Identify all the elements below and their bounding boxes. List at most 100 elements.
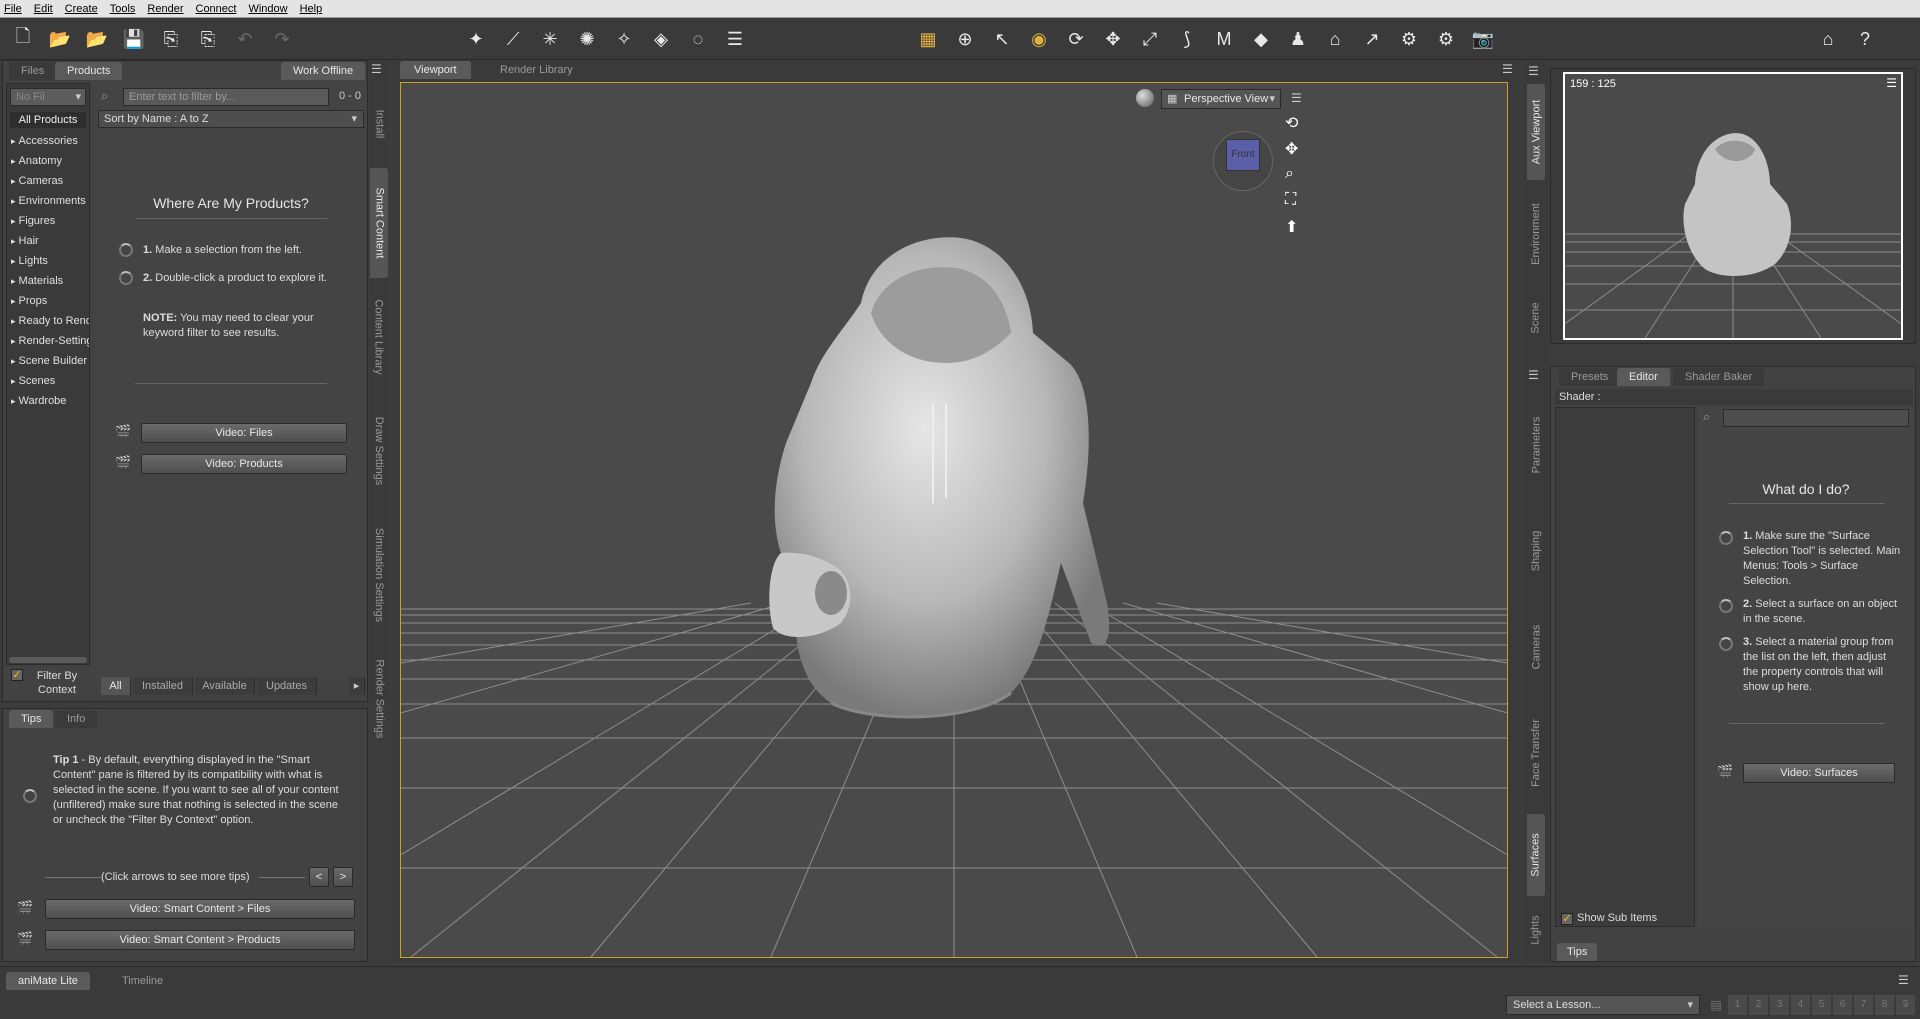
menu-edit[interactable]: Edit — [34, 3, 53, 15]
category-ready-to-render[interactable]: Ready to Render — [11, 315, 89, 327]
viewport-canvas[interactable]: ▦ Perspective View ▾ ☰ Front ⟲ ✥ ⌕ ⛶ ⬆ — [400, 82, 1508, 958]
pane-menu-icon[interactable]: ☰ — [1528, 368, 1539, 382]
lesson-page[interactable]: 8 — [1875, 995, 1894, 1015]
tab-aux-viewport[interactable]: Aux Viewport — [1527, 84, 1545, 180]
node-select-icon[interactable]: ◉ — [1026, 26, 1052, 52]
category-environments[interactable]: Environments — [11, 195, 86, 207]
lesson-page[interactable]: 5 — [1812, 995, 1831, 1015]
save-icon[interactable]: 💾 — [121, 26, 147, 52]
translate-tool-icon[interactable]: ✥ — [1100, 26, 1126, 52]
tab-content-library[interactable]: Content Library — [370, 282, 388, 392]
tab-tips[interactable]: Tips — [9, 710, 54, 728]
category-hair[interactable]: Hair — [11, 235, 39, 247]
tab-tips[interactable]: Tips — [1557, 943, 1598, 961]
joint-editor-icon[interactable]: ⟆ — [1174, 26, 1200, 52]
tab-scroll-right-icon[interactable]: ▸ — [349, 677, 365, 695]
render-settings-icon[interactable]: ⚙ — [1433, 26, 1459, 52]
undo-icon[interactable]: ↶ — [232, 26, 258, 52]
video-files-button[interactable]: Video: Files — [141, 423, 347, 443]
menu-connect[interactable]: Connect — [196, 3, 237, 15]
region-tool-icon[interactable]: ⚙ — [1396, 26, 1422, 52]
pane-menu-icon[interactable]: ☰ — [1898, 973, 1909, 987]
tab-scene[interactable]: Scene — [1527, 288, 1545, 348]
category-lights[interactable]: Lights — [11, 255, 48, 267]
aux-menu-icon[interactable]: ☰ — [1886, 76, 1897, 90]
tab-installed[interactable]: Installed — [133, 677, 193, 695]
camera-light-icon[interactable]: ◈ — [648, 26, 674, 52]
all-products-item[interactable]: All Products — [10, 112, 86, 128]
category-cameras[interactable]: Cameras — [11, 175, 64, 187]
zoom-icon[interactable]: ⌕ — [1285, 165, 1294, 183]
select-tool-icon[interactable]: ↖ — [989, 26, 1015, 52]
export-icon[interactable]: ⎘ — [195, 26, 221, 52]
material-group-list[interactable] — [1555, 407, 1695, 927]
frame-icon[interactable]: ⛶ — [1285, 191, 1296, 209]
tab-surfaces[interactable]: Surfaces — [1527, 814, 1545, 896]
filter-dropdown[interactable]: No Fil ▾ — [10, 88, 86, 106]
tab-render-settings[interactable]: Render Settings — [370, 644, 388, 754]
menu-help[interactable]: Help — [300, 3, 323, 15]
universal-tool-icon[interactable]: ⊕ — [952, 26, 978, 52]
category-scenes[interactable]: Scenes — [11, 375, 56, 387]
tab-files[interactable]: Files — [9, 62, 57, 80]
menu-window[interactable]: Window — [248, 3, 287, 15]
add-figure-icon[interactable]: ✦ — [463, 26, 489, 52]
video-smart-content-products-button[interactable]: Video: Smart Content > Products — [45, 930, 355, 950]
point-light-icon[interactable]: ✳ — [537, 26, 563, 52]
ambient-icon[interactable]: ◌ — [685, 26, 711, 52]
pan-icon[interactable]: ✥ — [1285, 139, 1298, 159]
category-scrollbar[interactable] — [9, 657, 87, 663]
pane-menu-icon[interactable]: ☰ — [371, 62, 382, 76]
tab-environment[interactable]: Environment — [1527, 186, 1545, 282]
tab-face-transfer[interactable]: Face Transfer — [1527, 698, 1545, 808]
category-scene-builder[interactable]: Scene Builder — [11, 355, 89, 367]
merge-file-icon[interactable]: 📂 — [84, 26, 110, 52]
orbit-icon[interactable]: ⟲ — [1285, 113, 1298, 133]
lesson-select[interactable]: Select a Lesson... ▾ — [1506, 995, 1700, 1015]
help-icon[interactable]: ? — [1852, 26, 1878, 52]
category-figures[interactable]: Figures — [11, 215, 56, 227]
spotlight-icon[interactable]: ⟋ — [500, 26, 526, 52]
figure-tool-icon[interactable]: ♟ — [1285, 26, 1311, 52]
open-file-icon[interactable]: 📂 — [47, 26, 73, 52]
tab-products[interactable]: Products — [55, 62, 123, 80]
tab-all[interactable]: All — [101, 677, 131, 695]
tab-editor[interactable]: Editor — [1617, 368, 1670, 386]
category-render-settings[interactable]: Render-Settings — [11, 335, 89, 347]
tab-animate-lite[interactable]: aniMate Lite — [6, 972, 90, 990]
render-icon[interactable]: 📷 — [1470, 26, 1496, 52]
tab-updates[interactable]: Updates — [257, 677, 317, 695]
pose-tool-icon[interactable]: ↗ — [1359, 26, 1385, 52]
tab-simulation-settings[interactable]: Simulation Settings — [370, 510, 388, 640]
category-wardrobe[interactable]: Wardrobe — [11, 395, 67, 407]
category-anatomy[interactable]: Anatomy — [11, 155, 62, 167]
align-icon[interactable]: ☰ — [722, 26, 748, 52]
grid-tool-icon[interactable]: ▦ — [915, 26, 941, 52]
sort-dropdown[interactable]: Sort by Name : A to Z ▾ — [98, 110, 364, 128]
reset-view-icon[interactable]: ⬆ — [1285, 217, 1298, 237]
menu-tools[interactable]: Tools — [110, 3, 136, 15]
tab-info[interactable]: Info — [55, 710, 98, 728]
filter-by-context-checkbox[interactable]: ✓ — [11, 669, 23, 681]
home-icon[interactable]: ⌂ — [1815, 26, 1841, 52]
surface-selection-icon[interactable]: ◆ — [1248, 26, 1274, 52]
video-products-button[interactable]: Video: Products — [141, 454, 347, 474]
tab-cameras[interactable]: Cameras — [1527, 602, 1545, 692]
show-sub-items-checkbox[interactable]: ✓ — [1561, 913, 1573, 925]
lesson-page[interactable]: 1 — [1728, 995, 1747, 1015]
tab-available[interactable]: Available — [195, 677, 255, 695]
view-select[interactable]: ▦ Perspective View ▾ — [1161, 89, 1281, 109]
lesson-page[interactable]: 2 — [1749, 995, 1768, 1015]
category-props[interactable]: Props — [11, 295, 48, 307]
distant-light-icon[interactable]: ✺ — [574, 26, 600, 52]
tab-shaping[interactable]: Shaping — [1527, 506, 1545, 596]
aux-viewport-canvas[interactable]: 159 : 125 ☰ — [1563, 72, 1903, 340]
pane-menu-icon[interactable]: ☰ — [1502, 62, 1513, 76]
tab-timeline[interactable]: Timeline — [106, 972, 180, 990]
scale-tool-icon[interactable]: ⤢ — [1137, 26, 1163, 52]
video-smart-content-files-button[interactable]: Video: Smart Content > Files — [45, 899, 355, 919]
redo-icon[interactable]: ↷ — [269, 26, 295, 52]
tab-smart-content[interactable]: Smart Content — [370, 168, 388, 278]
linear-light-icon[interactable]: ✧ — [611, 26, 637, 52]
work-offline-button[interactable]: Work Offline — [281, 62, 366, 80]
